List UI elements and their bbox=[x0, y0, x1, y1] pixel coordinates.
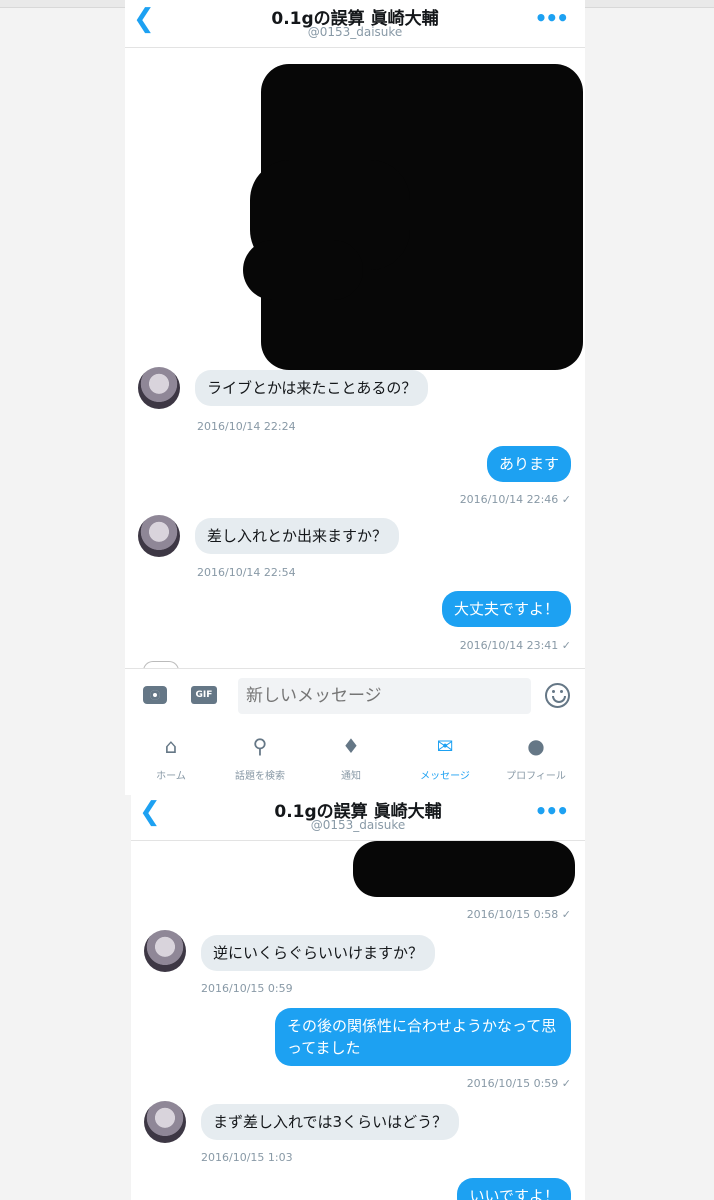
more-options-icon[interactable]: ••• bbox=[535, 799, 569, 823]
message-timestamp: 2016/10/14 22:24 bbox=[197, 420, 296, 433]
tab-profile[interactable]: ● プロフィール bbox=[496, 734, 576, 782]
message-timestamp: 2016/10/14 22:46 ✓ bbox=[459, 493, 571, 506]
tab-label: メッセージ bbox=[420, 771, 470, 782]
conversation-handle: @0153_daisuke bbox=[307, 25, 403, 39]
message-bubble-outgoing: その後の関係性に合わせようかなって思ってました bbox=[275, 1008, 571, 1066]
redacted-message bbox=[353, 841, 575, 897]
tab-label: 通知 bbox=[341, 771, 361, 782]
message-timestamp: 2016/10/15 0:58 ✓ bbox=[466, 908, 571, 921]
message-bubble-outgoing: あります bbox=[486, 446, 571, 482]
message-timestamp: 2016/10/14 23:41 ✓ bbox=[459, 639, 571, 652]
camera-icon[interactable] bbox=[143, 686, 167, 704]
bell-icon: ♦ bbox=[342, 734, 360, 758]
dm-screen-1: ❮ 0.1gの誤算 眞崎大輔 @0153_daisuke ••• ライブとかは来… bbox=[125, 0, 585, 795]
conversation-header: ❮ 0.1gの誤算 眞崎大輔 @0153_daisuke ••• bbox=[125, 0, 585, 48]
avatar[interactable] bbox=[138, 515, 180, 557]
tab-search[interactable]: ⚲ 話題を検索 bbox=[220, 734, 300, 782]
message-bubble-outgoing: いいですよ！ bbox=[457, 1178, 571, 1200]
more-options-icon[interactable]: ••• bbox=[535, 6, 569, 30]
redaction-scribble bbox=[243, 240, 363, 300]
avatar[interactable] bbox=[144, 1101, 186, 1143]
message-timestamp: 2016/10/14 22:54 bbox=[197, 566, 296, 579]
dm-screen-2: ❮ 0.1gの誤算 眞崎大輔 @0153_daisuke ••• 2016/10… bbox=[131, 793, 585, 1200]
mail-icon: ✉ bbox=[436, 734, 454, 758]
message-composer: GIF bbox=[125, 668, 585, 723]
tab-bar: ⌂ ホーム ⚲ 話題を検索 ♦ 通知 ✉ メッセージ ● プロフィール bbox=[125, 724, 585, 795]
message-bubble-incoming: まず差し入れでは3くらいはどう？ bbox=[201, 1104, 460, 1140]
tab-home[interactable]: ⌂ ホーム bbox=[131, 734, 211, 782]
message-bubble-incoming: 差し入れとか出来ますか？ bbox=[195, 518, 400, 554]
tab-label: ホーム bbox=[156, 771, 186, 782]
message-bubble-incoming: ライブとかは来たことあるの？ bbox=[195, 370, 429, 406]
conversation-header: ❮ 0.1gの誤算 眞崎大輔 @0153_daisuke ••• bbox=[131, 793, 585, 841]
tab-label: プロフィール bbox=[506, 771, 566, 782]
message-bubble-incoming: 逆にいくらぐらいいけますか？ bbox=[201, 935, 436, 971]
tab-label: 話題を検索 bbox=[235, 771, 285, 782]
tab-messages[interactable]: ✉ メッセージ bbox=[405, 734, 485, 782]
avatar[interactable] bbox=[144, 930, 186, 972]
avatar[interactable] bbox=[138, 367, 180, 409]
message-bubble-outgoing: 大丈夫ですよ！ bbox=[441, 591, 571, 627]
message-timestamp: 2016/10/15 0:59 ✓ bbox=[466, 1077, 571, 1090]
conversation-handle: @0153_daisuke bbox=[310, 818, 406, 832]
message-timestamp: 2016/10/15 1:03 bbox=[201, 1151, 293, 1164]
message-timestamp: 2016/10/15 0:59 bbox=[201, 982, 293, 995]
person-icon: ● bbox=[527, 734, 545, 758]
tab-notifications[interactable]: ♦ 通知 bbox=[311, 734, 391, 782]
new-message-input[interactable] bbox=[238, 678, 531, 714]
home-icon: ⌂ bbox=[164, 734, 178, 758]
gif-button[interactable]: GIF bbox=[191, 686, 217, 704]
search-icon: ⚲ bbox=[252, 734, 268, 758]
emoji-icon[interactable] bbox=[545, 683, 570, 708]
